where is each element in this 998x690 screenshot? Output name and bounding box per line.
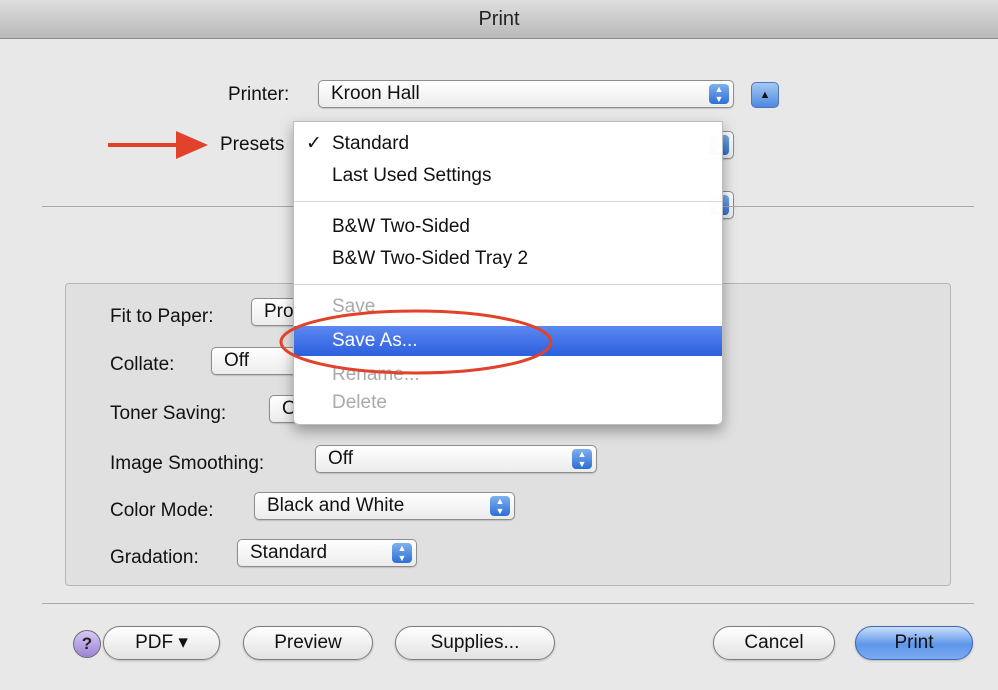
menu-item-label: Save As...	[332, 330, 418, 351]
help-button[interactable]: ?	[73, 630, 101, 658]
preview-button[interactable]: Preview	[243, 626, 373, 660]
menu-item-label: B&W Two-Sided	[332, 216, 470, 237]
presets-menu[interactable]: ✓ Standard Last Used Settings B&W Two-Si…	[293, 121, 723, 425]
color-mode-value: Black and White	[267, 495, 405, 516]
printer-label: Printer:	[228, 84, 290, 105]
menu-item-label: Last Used Settings	[332, 165, 492, 186]
pdf-button[interactable]: PDF ▾	[103, 626, 220, 660]
collate-value: Off	[224, 350, 249, 371]
supplies-button[interactable]: Supplies...	[395, 626, 555, 660]
bottom-separator	[42, 603, 974, 604]
gradation-label: Gradation:	[110, 547, 199, 568]
popup-arrows-icon: ▲▼	[490, 496, 510, 516]
menu-item-label: Delete	[332, 392, 387, 413]
color-mode-popup[interactable]: Black and White ▲ ▼	[254, 492, 515, 520]
disclosure-triangle-button[interactable]: ▲	[751, 82, 779, 108]
window-title: Print	[0, 0, 998, 39]
image-smoothing-value: Off	[328, 448, 353, 469]
menu-item-rename: Rename...	[294, 362, 722, 388]
menu-item-last-used-settings[interactable]: Last Used Settings	[294, 163, 722, 189]
image-smoothing-label: Image Smoothing:	[110, 453, 265, 474]
menu-item-label: Rename...	[332, 364, 420, 385]
fit-to-paper-value: Pro	[264, 301, 294, 322]
image-smoothing-popup[interactable]: Off ▲ ▼	[315, 445, 597, 473]
printer-value: Kroon Hall	[331, 83, 420, 104]
cancel-button[interactable]: Cancel	[713, 626, 835, 660]
menu-item-bw-two-sided[interactable]: B&W Two-Sided	[294, 214, 722, 240]
gradation-value: Standard	[250, 542, 328, 563]
collate-label: Collate:	[110, 354, 175, 375]
popup-arrows-icon: ▲▼	[709, 84, 729, 104]
toner-saving-label: Toner Saving:	[110, 403, 227, 424]
popup-arrows-icon: ▲▼	[572, 449, 592, 469]
menu-item-save: Save	[294, 294, 722, 320]
menu-item-save-as[interactable]: Save As...	[294, 326, 722, 356]
menu-separator	[294, 201, 722, 202]
menu-separator	[294, 284, 722, 285]
popup-arrows-icon: ▲▼	[392, 543, 412, 563]
fit-to-paper-label: Fit to Paper:	[110, 306, 214, 327]
printer-popup[interactable]: Kroon Hall ▲ ▼	[318, 80, 734, 108]
presets-label: Presets	[220, 134, 285, 155]
top-separator	[42, 206, 294, 207]
menu-item-delete: Delete	[294, 390, 722, 416]
menu-item-bw-two-sided-tray-2[interactable]: B&W Two-Sided Tray 2	[294, 246, 722, 272]
gradation-popup[interactable]: Standard ▲ ▼	[237, 539, 417, 567]
top-separator-right	[721, 206, 974, 207]
checkmark-icon: ✓	[306, 133, 322, 154]
menu-item-standard[interactable]: ✓ Standard	[294, 131, 722, 157]
menu-item-label: Standard	[332, 133, 410, 154]
color-mode-label: Color Mode:	[110, 500, 214, 521]
red-arrow-icon	[108, 131, 208, 159]
print-button[interactable]: Print	[855, 626, 973, 660]
menu-item-label: Save	[332, 296, 376, 317]
menu-item-label: B&W Two-Sided Tray 2	[332, 248, 529, 269]
